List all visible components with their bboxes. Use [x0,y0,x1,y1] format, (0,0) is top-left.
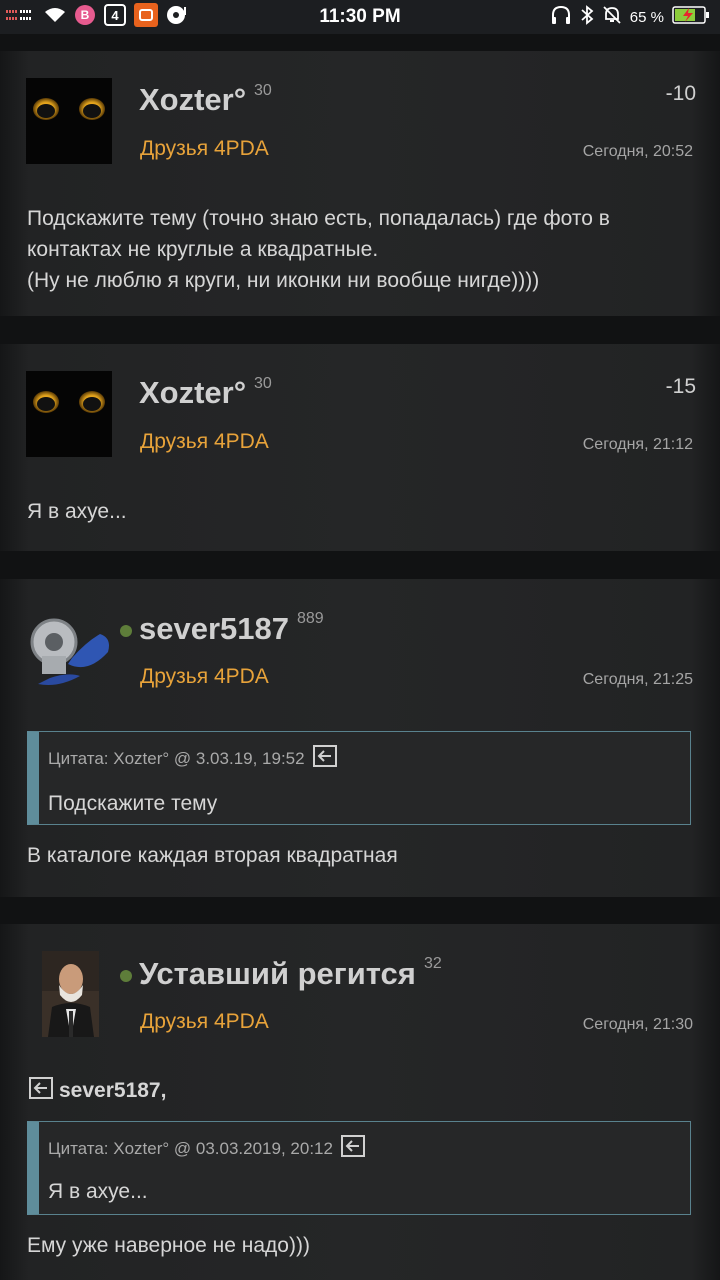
post-score[interactable]: -10 [666,82,696,106]
avatar[interactable] [26,371,112,457]
mute-bell-icon [602,5,622,29]
cat-eyes-avatar-image [33,98,105,120]
post-text-line: Подскажите тему (точно знаю есть, попада… [27,207,610,230]
post-body: Я в ахуе... [27,496,696,527]
man-photo-avatar-image [42,951,99,1037]
post-card: Уставший регится 32 Друзья 4PDA Сегодня,… [0,924,720,1280]
cat-eyes-avatar-image [33,391,105,413]
post-text-line: (Ну не люблю я круги, ни иконки ни вообщ… [27,269,540,292]
online-status-indicator [120,625,132,637]
metal-logo-avatar-image [30,618,109,685]
user-group: Друзья 4PDA [140,137,269,160]
post-date: Сегодня, 21:30 [582,1016,693,1033]
quote-block: Цитата: Xozter° @ 03.03.2019, 20:12 Я в … [27,1121,691,1215]
author-name[interactable]: Xozter° [139,82,246,118]
quote-text: Я в ахуе... [48,1180,148,1203]
quote-text: Подскажите тему [48,792,218,815]
quote-block: Цитата: Xozter° @ 3.03.19, 19:52 Подскаж… [27,731,691,825]
avatar[interactable] [28,612,112,692]
post-date: Сегодня, 21:25 [582,671,693,688]
reputation: 32 [424,955,442,972]
reputation: 30 [254,375,272,392]
battery-percent: 65 % [629,8,664,26]
quote-header-text: Цитата: Xozter° @ 03.03.2019, 20:12 [48,1138,333,1158]
post-text-line: Ему уже наверное не надо))) [27,1234,310,1257]
author-name[interactable]: Уставший регится [139,956,416,992]
post-date: Сегодня, 20:52 [582,143,693,160]
status-bar: B 4 11:30 PM 65 % [0,0,720,34]
quote-header: Цитата: Xozter° @ 3.03.19, 19:52 [48,745,337,772]
goto-quote-icon[interactable] [312,745,337,772]
post-text-line: Я в ахуе... [27,500,127,523]
post-body: Ему уже наверное не надо))) [27,1230,696,1261]
avatar[interactable] [26,78,112,164]
user-group: Друзья 4PDA [140,665,269,688]
battery-charging-icon [672,6,710,28]
reply-mention[interactable]: sever5187, [29,1077,166,1105]
quote-header-text: Цитата: Xozter° @ 3.03.19, 19:52 [48,748,305,768]
post-card: Xozter° 30 Друзья 4PDA -10 Сегодня, 20:5… [0,51,720,316]
post-date: Сегодня, 21:12 [582,436,693,453]
reply-to-icon[interactable] [29,1077,53,1105]
bluetooth-icon [580,5,594,29]
post-card: Xozter° 30 Друзья 4PDA -15 Сегодня, 21:1… [0,344,720,551]
user-group: Друзья 4PDA [140,430,269,453]
online-status-indicator [120,970,132,982]
reply-to-username[interactable]: sever5187, [59,1079,166,1103]
post-body: В каталоге каждая вторая квадратная [27,840,696,871]
avatar[interactable] [42,951,99,1037]
quote-header: Цитата: Xozter° @ 03.03.2019, 20:12 [48,1135,365,1162]
author-name[interactable]: sever5187 [139,611,289,647]
reputation: 30 [254,82,272,99]
post-card: sever5187 889 Друзья 4PDA Сегодня, 21:25… [0,579,720,897]
user-group: Друзья 4PDA [140,1010,269,1033]
goto-quote-icon[interactable] [340,1135,365,1162]
post-text-line: В каталоге каждая вторая квадратная [27,844,398,867]
headphones-icon [550,5,572,29]
author-name[interactable]: Xozter° [139,375,246,411]
post-text-line: контактах не круглые а квадратные. [27,238,379,261]
post-body: Подскажите тему (точно знаю есть, попада… [27,203,696,296]
post-score[interactable]: -15 [666,375,696,399]
reputation: 889 [297,610,324,627]
